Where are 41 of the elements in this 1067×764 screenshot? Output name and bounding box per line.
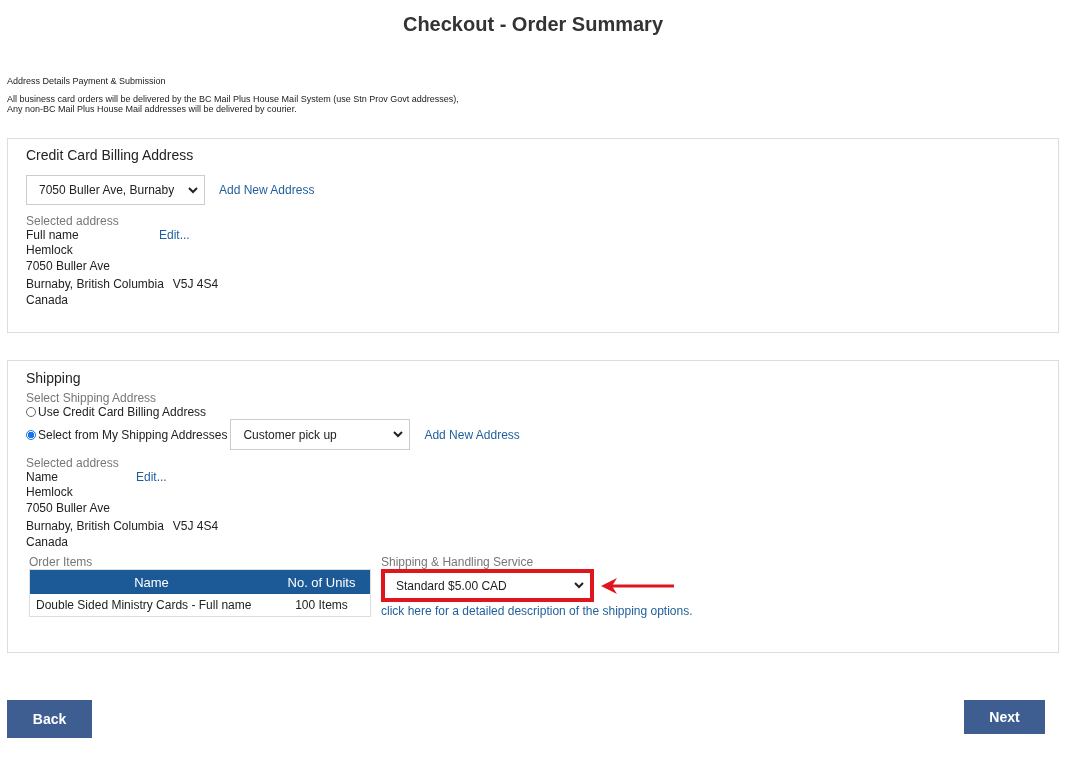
section-title: Shipping: [26, 370, 82, 386]
address-line: 7050 Buller Ave: [26, 258, 111, 274]
section-title: Credit Card Billing Address: [26, 147, 195, 163]
selected-address-label: Selected address: [26, 214, 120, 228]
chevron-down-icon: [574, 582, 584, 589]
order-items-label: Order Items: [29, 555, 94, 569]
edit-link[interactable]: Edit...: [136, 470, 167, 484]
dropdown[interactable]: 7050 Buller Ave, Burnaby: [26, 175, 205, 205]
address-line: Hemlock: [26, 242, 74, 258]
shipping-service-label: Shipping & Handling Service: [381, 555, 535, 569]
next-button[interactable]: Next: [964, 700, 1045, 734]
address-country: Canada: [26, 534, 70, 550]
column-header: No. of Units: [273, 569, 371, 594]
table-cell: 100 Items: [273, 594, 371, 617]
page-title: Checkout - Order Summary: [401, 12, 665, 37]
address-line: 7050 Buller Ave: [26, 500, 111, 516]
add-address-link[interactable]: Add New Address: [219, 183, 315, 197]
table-cell: Double Sided Ministry Cards - Full name: [29, 594, 273, 617]
chevron-down-icon: [393, 431, 404, 438]
add-address-link[interactable]: Add New Address: [424, 427, 520, 442]
address-city: Burnaby, British Columbia: [26, 519, 164, 533]
breadcrumb-text: Address Details Payment & Submission: [7, 76, 167, 86]
column-header: Name: [29, 569, 273, 594]
radio-option[interactable]: Use Credit Card Billing Address: [26, 405, 207, 419]
address-line: Hemlock: [26, 484, 74, 500]
chevron-down-icon: [188, 186, 198, 194]
postal-code: V5J 4S4: [172, 277, 219, 291]
shipping-options-link[interactable]: click here for a detailed description of the shipping options.: [381, 604, 693, 618]
address-name: Full name: [26, 228, 80, 242]
selected-address-label: Selected address: [26, 456, 120, 470]
address-name: Name: [26, 470, 59, 484]
edit-link[interactable]: Edit...: [159, 228, 190, 242]
dropdown[interactable]: Customer pick up: [230, 419, 411, 450]
postal-code: V5J 4S4: [172, 519, 219, 533]
notice-text: Any non-BC Mail Plus House Mail addresses will be delivered by courier.: [7, 104, 298, 114]
shipping-address-label: Select Shipping Address: [26, 391, 158, 405]
address-city: Burnaby, British Columbia: [26, 277, 164, 291]
notice-text: All business card orders will be delivered by the BC Mail Plus House Mail System (use Stn Prov Govt addresses),: [7, 94, 460, 104]
address-country: Canada: [26, 292, 70, 308]
radio-option[interactable]: Select from My Shipping Addresses: [26, 427, 228, 442]
back-button[interactable]: Back: [7, 700, 92, 738]
